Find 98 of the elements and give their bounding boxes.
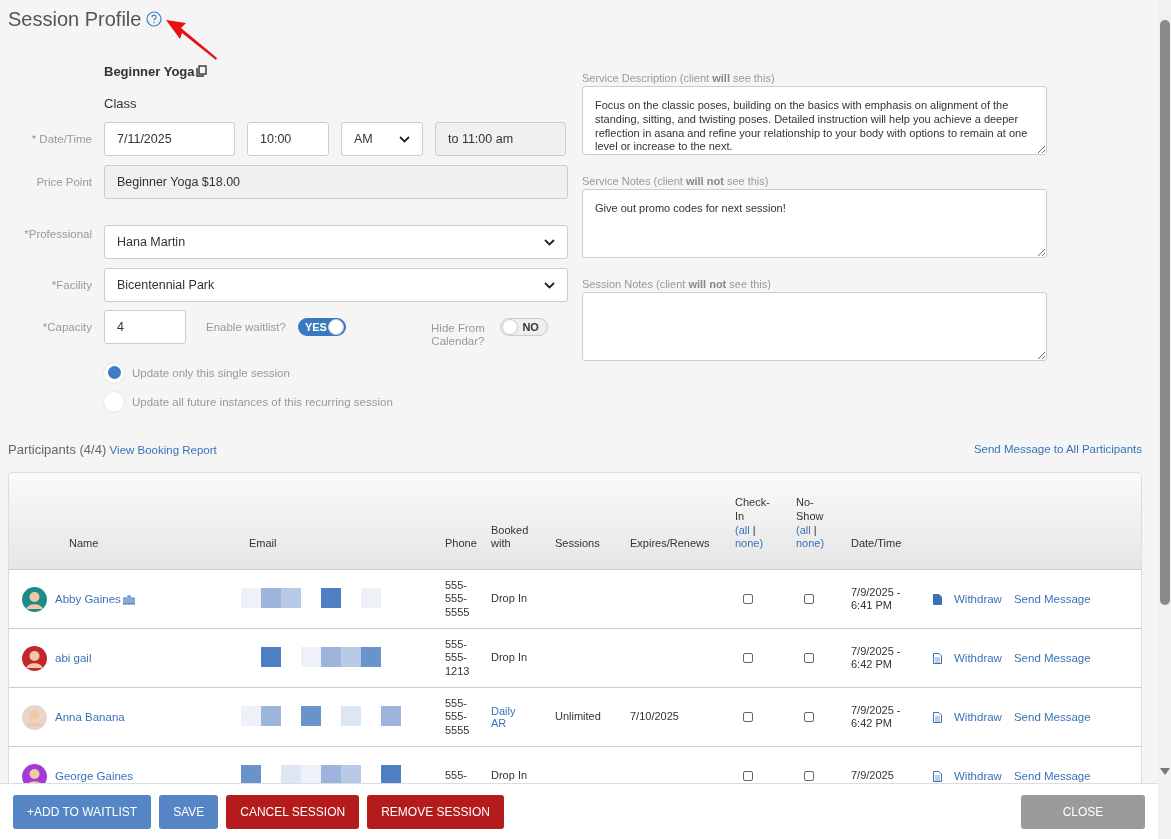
action-button[interactable]: SAVE [159,794,219,829]
action-button[interactable]: +ADD TO WAITLIST [13,794,152,829]
annotation-arrow [166,20,218,62]
help-icon[interactable] [146,11,163,27]
field-label: *Capacity [41,321,92,333]
withdraw-link[interactable]: Withdraw [954,652,1002,664]
chevron-down-icon [399,135,410,143]
select-none-link[interactable]: none) [796,537,825,551]
end-time-field: to 11:00 am [435,122,566,156]
toggle-label: Hide From Calendar? [430,321,486,349]
check-in-checkbox[interactable] [743,653,753,663]
participant-name-link[interactable]: George Gaines [55,770,133,782]
radio-label: Update all future instances of this recurring session [132,395,393,408]
withdraw-link[interactable]: Withdraw [954,770,1002,782]
column-header: Email [248,537,278,551]
field-label: Price Point [35,176,92,188]
booking-report-link[interactable]: View Booking Report [109,443,217,456]
participants-title: Participants (4/4) [8,441,107,457]
action-button[interactable]: CANCEL SESSION [226,794,360,829]
service-name: Beginner Yoga [104,63,195,79]
professional-select[interactable]: Hana Martin [104,225,568,259]
separator-text: | [752,523,756,538]
notes-textarea[interactable]: Focus on the classic poses, building on the basics with emphasis on alignment of the standing, sitting, and twisting poses. Detailed instruction will help you achieve a deeper reflection in asana and refine your relationship to your body with options to remain at one level or increase to the next. [582,86,1047,155]
column-header: Expires/Renews [630,537,711,551]
no-show-checkbox[interactable] [804,771,814,781]
booking-datetime: 7/9/2025 - 6:42 PM [851,703,902,731]
notes-label: Session Notes (client will not see this) [582,278,772,290]
document-icon[interactable] [933,593,942,605]
service-type: Class [104,95,137,111]
date-field[interactable]: 7/11/2025 [104,122,235,156]
copy-icon[interactable] [195,65,207,77]
booked-with-text: Drop In [491,769,529,783]
no-show-checkbox[interactable] [804,653,814,663]
column-header: Date/Time [851,537,903,551]
action-button[interactable]: CLOSE [1021,794,1145,829]
toggle-label: Enable waitlist? [206,321,286,333]
check-in-checkbox[interactable] [743,594,753,604]
chevron-down-icon [544,238,555,246]
sessions-text: Unlimited [555,710,602,724]
message-all-link[interactable]: Send Message to All Participants [973,443,1142,455]
booked-with-link[interactable]: Daily AR [491,705,521,729]
document-icon[interactable] [933,770,942,782]
booking-datetime: 7/9/2025 - 6:42 PM [851,644,902,672]
action-button[interactable]: REMOVE SESSION [367,794,504,829]
column-header: Check-In [735,496,771,524]
check-in-checkbox[interactable] [743,771,753,781]
phone-text: 555-555-5555 [445,579,471,619]
group-icon [122,593,135,605]
phone-text: 555-555-5555 [445,697,471,737]
send-message-link[interactable]: Send Message [1013,593,1091,605]
time-field[interactable]: 10:00 [247,122,329,156]
toggle-switch[interactable]: NO [499,318,548,336]
notes-label: Service Description (client will see this) [582,72,776,84]
notes-label: Service Notes (client will not see this) [582,175,770,187]
send-message-link[interactable]: Send Message [1013,652,1091,664]
column-header: Sessions [555,537,601,551]
capacity-field[interactable]: 4 [104,310,186,344]
participant-name-link[interactable]: Anna Banana [55,711,125,723]
booking-datetime: 7/9/2025 - 6:41 PM [851,585,902,613]
facility-select[interactable]: Bicentennial Park [104,268,568,302]
field-label: * Date/Time [30,133,92,145]
radio-button[interactable] [104,362,124,383]
column-header: No-Show [796,496,825,524]
column-header: Booked with [491,523,530,551]
withdraw-link[interactable]: Withdraw [954,593,1002,605]
notes-textarea[interactable]: Give out promo codes for next session! [582,189,1047,258]
participant-name-link[interactable]: Abby Gaines [55,593,121,605]
participant-name-link[interactable]: abi gail [55,652,92,664]
ampm-select[interactable]: AM [341,122,423,156]
radio-label: Update only this single session [132,366,290,379]
scroll-down-icon[interactable] [1159,768,1170,775]
expires-text: 7/10/2025 [630,710,680,724]
select-all-link[interactable]: (all [796,523,811,538]
phone-text: 555- [445,769,469,783]
column-header: Phone [444,537,478,551]
document-icon[interactable] [933,652,942,664]
booked-with-text: Drop In [491,592,529,606]
no-show-checkbox[interactable] [804,594,814,604]
send-message-link[interactable]: Send Message [1013,770,1091,782]
check-in-checkbox[interactable] [743,712,753,722]
document-icon[interactable] [933,711,942,723]
booked-with-text: Drop In [491,651,529,665]
select-none-link[interactable]: none) [735,537,764,551]
toggle-switch[interactable]: YES [297,318,346,336]
phone-text: 555-555-1213 [445,638,471,678]
field-label: *Professional [23,228,92,240]
booking-datetime: 7/9/2025 [851,769,895,783]
send-message-link[interactable]: Send Message [1013,711,1091,723]
withdraw-link[interactable]: Withdraw [954,711,1002,723]
price-point-field: Beginner Yoga $18.00 [104,165,568,199]
separator-text: | [813,523,817,538]
field-label: *Facility [50,279,92,291]
page-title: Session Profile [8,7,142,31]
no-show-checkbox[interactable] [804,712,814,722]
scrollbar[interactable] [1158,0,1171,839]
column-header: Name [68,537,100,551]
chevron-down-icon [544,281,555,289]
select-all-link[interactable]: (all [735,523,750,538]
